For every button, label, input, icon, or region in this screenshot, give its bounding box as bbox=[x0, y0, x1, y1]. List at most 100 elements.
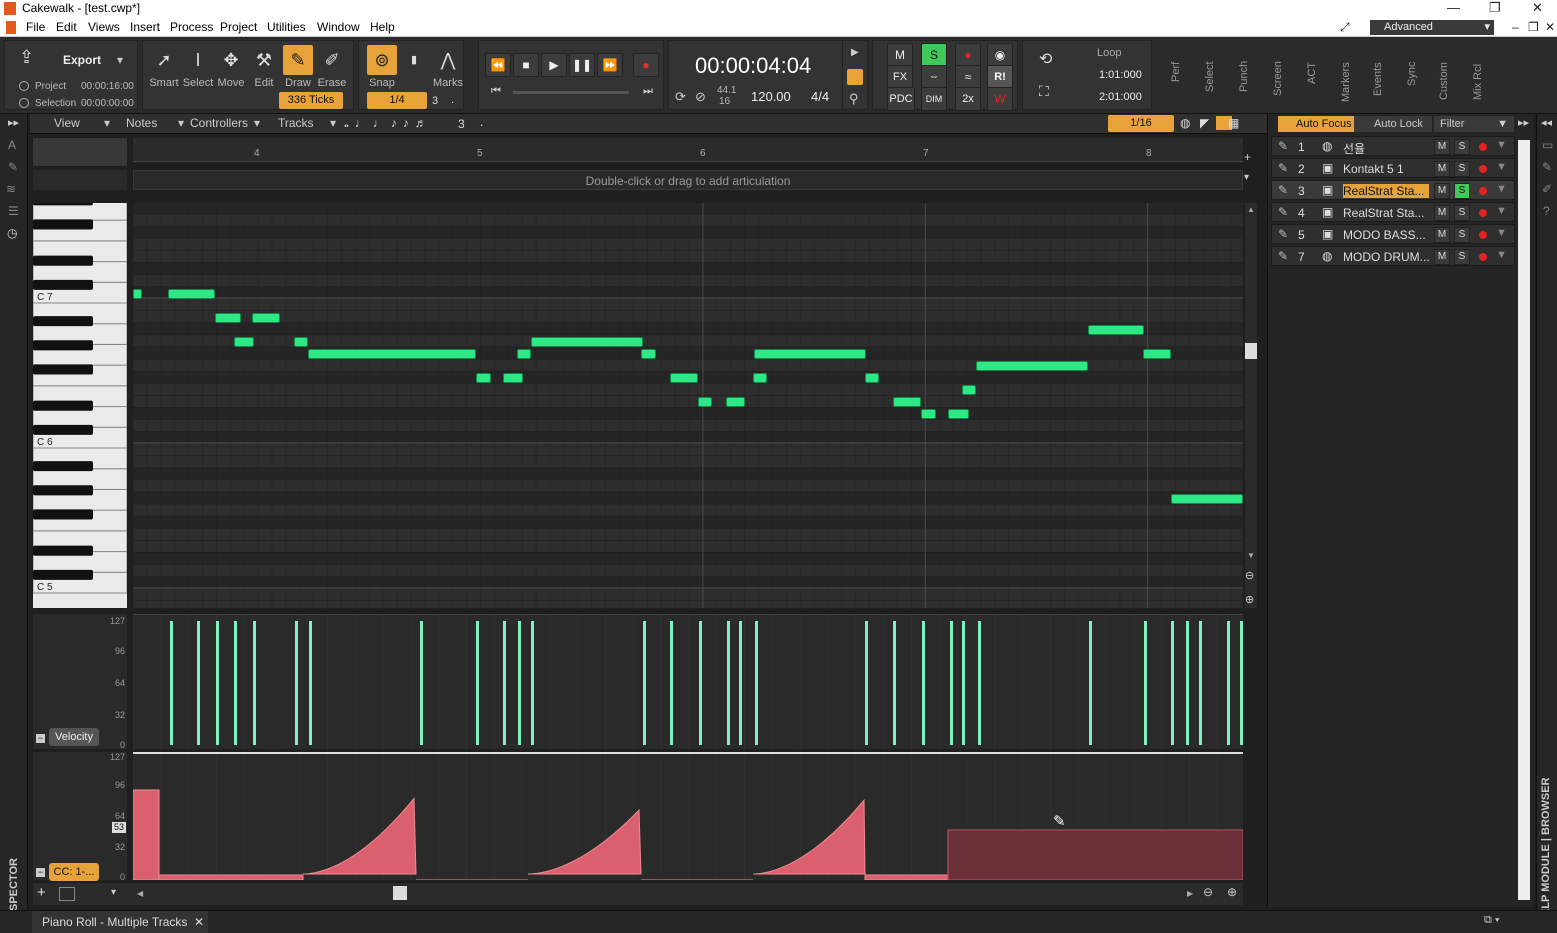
velocity-bar[interactable] bbox=[643, 621, 646, 745]
midi-note[interactable] bbox=[252, 313, 280, 323]
white-key[interactable] bbox=[33, 203, 127, 221]
velocity-lane[interactable] bbox=[133, 614, 1243, 750]
piano-keyboard[interactable]: C 7 C 6 C 5 bbox=[33, 203, 127, 608]
track-scrollbar[interactable] bbox=[1518, 140, 1530, 900]
track-name[interactable]: RealStrat Sta... bbox=[1343, 206, 1429, 220]
midi-note[interactable] bbox=[726, 397, 745, 407]
marks-icon[interactable]: ⋀ bbox=[433, 45, 463, 75]
go-to-end-icon[interactable]: ⏭ bbox=[643, 85, 653, 98]
dotted-button[interactable]: . bbox=[480, 115, 483, 129]
black-key[interactable] bbox=[33, 485, 93, 496]
play-mini-icon[interactable]: ▶ bbox=[851, 47, 859, 58]
globe-icon[interactable]: ◍ bbox=[1180, 116, 1190, 130]
track-mute-button[interactable]: M bbox=[1434, 205, 1450, 221]
cc-lane-button[interactable]: CC: 1-... bbox=[49, 863, 99, 881]
track-mute-button[interactable]: M bbox=[1434, 139, 1450, 155]
velocity-bar[interactable] bbox=[893, 621, 896, 745]
midi-note[interactable] bbox=[893, 397, 921, 407]
loop-toggle-icon[interactable]: ⟲ bbox=[1039, 49, 1052, 69]
black-key[interactable] bbox=[33, 279, 93, 290]
track-record-icon[interactable] bbox=[1479, 209, 1487, 217]
velocity-bar[interactable] bbox=[1186, 621, 1189, 745]
snap-value-select[interactable]: 1/4 bbox=[367, 92, 427, 109]
play-icon[interactable]: ▶ bbox=[541, 53, 567, 77]
module-perf[interactable]: Perf bbox=[1170, 62, 1182, 82]
velocity-bar[interactable] bbox=[1227, 621, 1230, 745]
velocity-bar[interactable] bbox=[1089, 621, 1092, 745]
pen-icon[interactable]: ✎ bbox=[8, 160, 18, 174]
triplet-button[interactable]: 3 bbox=[458, 117, 465, 131]
scroll-right-icon[interactable]: ▶ bbox=[1187, 889, 1193, 898]
articulation-lane[interactable]: Double-click or drag to add articulation bbox=[133, 170, 1243, 190]
track-solo-button[interactable]: S bbox=[1454, 183, 1470, 199]
track-name[interactable]: RealStrat Sta... bbox=[1343, 184, 1429, 198]
velocity-bar[interactable] bbox=[170, 621, 173, 745]
selection-radio[interactable] bbox=[19, 98, 29, 108]
velocity-bar[interactable] bbox=[755, 621, 758, 745]
velocity-bar[interactable] bbox=[518, 621, 521, 745]
add-lane-icon[interactable]: + bbox=[1244, 150, 1251, 164]
fast-forward-icon[interactable]: ⏩ bbox=[597, 53, 623, 77]
restore-button[interactable]: ❐ bbox=[1489, 0, 1501, 16]
snap-mode-icon[interactable]: ▮ bbox=[399, 45, 429, 75]
move-tool-icon[interactable]: ✥ bbox=[216, 45, 246, 75]
menu-help[interactable]: Help bbox=[370, 20, 395, 34]
help-icon[interactable]: ? bbox=[1543, 204, 1550, 218]
select-tool-icon[interactable]: I bbox=[183, 45, 213, 75]
filter-button[interactable]: Filter ▼ bbox=[1434, 116, 1514, 132]
zoom-out-horizontal-icon[interactable]: ⊖ bbox=[1203, 885, 1213, 899]
expand-pane-icon[interactable]: ▸▸ bbox=[1518, 116, 1529, 129]
velocity-bar[interactable] bbox=[1144, 621, 1147, 745]
module-custom[interactable]: Custom bbox=[1438, 62, 1450, 100]
track-name[interactable]: MODO DRUM... bbox=[1343, 250, 1429, 264]
menu-insert[interactable]: Insert bbox=[130, 20, 160, 34]
help-browser-label[interactable]: HELP MODULE | BROWSER bbox=[1540, 778, 1552, 925]
record-icon[interactable]: ● bbox=[633, 53, 659, 77]
track-filter-icon[interactable]: ▼ bbox=[1496, 249, 1507, 261]
track-filter-icon[interactable]: ▼ bbox=[1496, 183, 1507, 195]
midi-note[interactable] bbox=[1143, 349, 1171, 359]
mdi-restore-button[interactable]: ❐ bbox=[1528, 20, 1539, 34]
pause-icon[interactable]: ❚❚ bbox=[569, 53, 595, 77]
snap-count[interactable]: 3 bbox=[432, 95, 438, 107]
track-edit-icon[interactable]: ✎ bbox=[1278, 161, 1288, 175]
black-key[interactable] bbox=[33, 545, 93, 556]
collapse-lane-icon[interactable]: − bbox=[36, 734, 45, 743]
auto-lock-button[interactable]: Auto Lock bbox=[1354, 116, 1432, 132]
track-name[interactable]: 선율 bbox=[1343, 140, 1429, 157]
track-row[interactable]: ✎ 3 ▣ RealStrat Sta... M S ▼ bbox=[1271, 180, 1515, 200]
module-events[interactable]: Events bbox=[1372, 62, 1384, 96]
solo-all-button[interactable]: S bbox=[921, 43, 947, 67]
velocity-bar[interactable] bbox=[699, 621, 702, 745]
scroll-left-icon[interactable]: ◀ bbox=[137, 889, 143, 898]
zoom-out-icon[interactable]: ⊖ bbox=[1245, 569, 1254, 582]
black-key[interactable] bbox=[33, 424, 93, 435]
velocity-bar[interactable] bbox=[531, 621, 534, 745]
track-record-icon[interactable] bbox=[1479, 231, 1487, 239]
auto-focus-button[interactable]: Auto Focus bbox=[1278, 116, 1354, 132]
mute-all-button[interactable]: M bbox=[887, 43, 913, 67]
track-filter-icon[interactable]: ▼ bbox=[1496, 205, 1507, 217]
black-key[interactable] bbox=[33, 255, 93, 266]
track-edit-icon[interactable]: ✎ bbox=[1278, 205, 1288, 219]
track-filter-icon[interactable]: ▼ bbox=[1496, 161, 1507, 173]
velocity-bar[interactable] bbox=[865, 621, 868, 745]
piano-roll-tab[interactable]: Piano Roll - Multiple Tracks ✕ bbox=[32, 911, 208, 933]
loop-start[interactable]: 1:01:000 bbox=[1099, 69, 1142, 81]
velocity-bar[interactable] bbox=[295, 621, 298, 745]
module-select[interactable]: Select bbox=[1204, 61, 1216, 92]
scroll-up-icon[interactable]: ▲ bbox=[1247, 205, 1255, 214]
tracks-menu[interactable]: Tracks ▾ bbox=[266, 116, 338, 132]
menu-utilities[interactable]: Utilities bbox=[267, 20, 306, 34]
cc-segment[interactable] bbox=[864, 874, 949, 880]
menu-file[interactable]: File bbox=[26, 20, 45, 34]
track-record-icon[interactable] bbox=[1479, 165, 1487, 173]
track-edit-icon[interactable]: ✎ bbox=[1278, 183, 1288, 197]
lane-dropdown-icon[interactable]: ▾ bbox=[1244, 172, 1249, 183]
track-solo-button[interactable]: S bbox=[1454, 161, 1470, 177]
module-mix-recall[interactable]: Mix Rcl bbox=[1472, 64, 1484, 100]
track-filter-icon[interactable]: ▼ bbox=[1496, 227, 1507, 239]
midi-note[interactable] bbox=[531, 337, 643, 347]
grid-icon[interactable]: ▦ bbox=[1228, 116, 1239, 130]
black-key[interactable] bbox=[33, 569, 93, 580]
